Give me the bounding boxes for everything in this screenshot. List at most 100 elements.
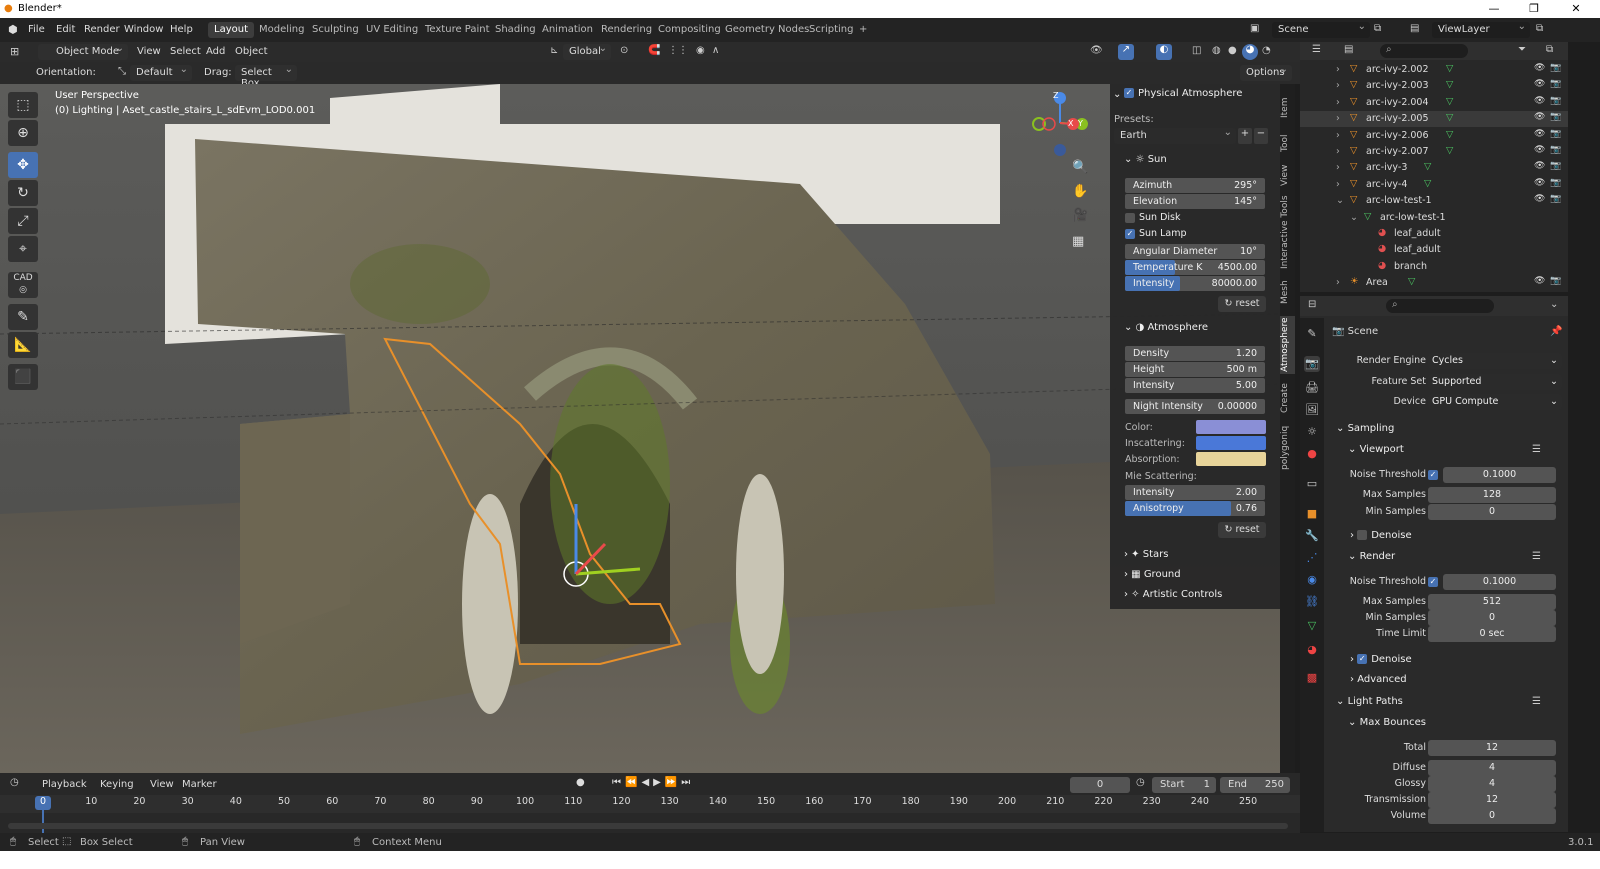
tab-rendering[interactable]: Rendering xyxy=(595,22,658,38)
tab-interactive-tools[interactable]: Interactive Tools xyxy=(1280,192,1295,272)
eye-icon[interactable]: 👁 xyxy=(1534,63,1545,73)
camera-render-icon[interactable]: 📷 xyxy=(1550,276,1561,286)
outliner-row[interactable]: ⌄▽arc-low-test-1▽👁📷 xyxy=(1300,193,1568,209)
transform-orientation-dropdown[interactable]: Global xyxy=(563,43,611,60)
tab-layout[interactable]: Layout xyxy=(208,22,254,38)
expand-chevron-icon[interactable]: › xyxy=(1336,113,1340,124)
tab-geometry-nodes[interactable]: Geometry Nodes xyxy=(719,22,815,38)
advanced-subpanel-header[interactable]: › Advanced xyxy=(1350,674,1407,685)
data-tab-icon[interactable]: ▽ xyxy=(1304,618,1320,634)
navigation-gizmo[interactable] xyxy=(1025,88,1095,158)
visibility-icon[interactable]: 👁 xyxy=(1090,45,1103,56)
texture-tab-icon[interactable]: ▩ xyxy=(1304,670,1320,686)
expand-chevron-icon[interactable]: › xyxy=(1336,97,1340,108)
tab-atmosphere[interactable]: Atmosphere xyxy=(1280,316,1295,374)
outliner-row[interactable]: › ▽ arc-ivy-2.005 ▽ 👁 📷 xyxy=(1300,111,1568,128)
tab-view[interactable]: View xyxy=(1280,160,1295,190)
panel-collapse-icon[interactable]: ⌄ xyxy=(1113,89,1121,100)
outliner-editor-icon[interactable]: ☰ xyxy=(1312,44,1321,55)
record-icon[interactable]: ● xyxy=(576,777,585,788)
scene-selector[interactable]: Scene xyxy=(1272,21,1370,38)
timeline-view-menu[interactable]: View xyxy=(150,779,174,790)
world-tab-icon[interactable]: ● xyxy=(1304,446,1320,462)
camera-render-icon[interactable]: 📷 xyxy=(1550,161,1561,171)
drag-dropdown[interactable]: Select Box xyxy=(235,64,297,89)
camera-render-icon[interactable]: 📷 xyxy=(1550,194,1561,204)
sun-intensity-field[interactable]: Intensity 80000.00 xyxy=(1125,276,1265,291)
pin-icon[interactable]: 📌 xyxy=(1550,326,1562,337)
expand-chevron-icon[interactable]: › xyxy=(1336,277,1340,288)
falloff-icon[interactable]: ∧ xyxy=(712,45,719,56)
list-icon[interactable]: ☰ xyxy=(1532,696,1541,707)
expand-chevron-icon[interactable]: ⌄ xyxy=(1336,195,1344,206)
outliner-row[interactable]: › ▽ arc-ivy-2.007 ▽ 👁 📷 xyxy=(1300,144,1568,160)
color-swatch[interactable] xyxy=(1196,420,1266,434)
render-noise-threshold-field[interactable]: 0.1000 xyxy=(1443,574,1556,590)
mesh-data-icon[interactable]: ▽ xyxy=(1424,161,1431,172)
rotate-tool-icon[interactable]: ↻ xyxy=(8,180,38,206)
tab-scripting[interactable]: Scripting xyxy=(803,22,859,38)
outliner-row[interactable]: › ▽ arc-ivy-2.006 ▽ 👁 📷 xyxy=(1300,128,1568,144)
eye-icon[interactable]: 👁 xyxy=(1534,178,1545,188)
transmission-bounces-field[interactable]: 12 xyxy=(1428,792,1556,808)
outliner-row[interactable]: › ▽ arc-ivy-2.002 ▽ 👁 📷 xyxy=(1300,62,1568,78)
cad-tool-icon[interactable]: CAD ◎ xyxy=(8,272,38,298)
expand-chevron-icon[interactable]: › xyxy=(1336,64,1340,75)
snap-icon[interactable]: 🧲 xyxy=(648,45,660,56)
menu-edit[interactable]: Edit xyxy=(56,24,75,35)
particles-tab-icon[interactable]: ⋰ xyxy=(1304,550,1320,566)
camera-render-icon[interactable]: 📷 xyxy=(1550,178,1561,188)
zoom-icon[interactable]: 🔍 xyxy=(1072,160,1088,175)
camera-view-icon[interactable]: 🎥 xyxy=(1072,208,1088,223)
sampling-panel-header[interactable]: ⌄ Sampling xyxy=(1336,423,1394,434)
display-mode-icon[interactable]: ▤ xyxy=(1344,44,1353,55)
filter-icon[interactable]: ⏷ xyxy=(1518,44,1526,55)
viewport-subpanel-header[interactable]: ⌄ Viewport xyxy=(1348,444,1404,455)
current-frame-field[interactable]: 0 xyxy=(1070,777,1130,793)
eye-icon[interactable]: 👁 xyxy=(1534,161,1545,171)
render-noise-threshold-checkbox[interactable]: ✓ xyxy=(1428,577,1438,587)
render-engine-dropdown[interactable]: Cycles ⌄ xyxy=(1428,353,1562,369)
move-tool-icon[interactable]: ✥ xyxy=(8,152,38,178)
annotate-tool-icon[interactable]: ✎ xyxy=(8,304,38,330)
orientation-dropdown[interactable]: Default xyxy=(130,64,192,81)
marker-menu[interactable]: Marker xyxy=(182,779,217,790)
elevation-field[interactable]: Elevation 145° xyxy=(1125,194,1265,209)
absorption-swatch[interactable] xyxy=(1196,452,1266,466)
night-intensity-field[interactable]: Night Intensity 0.00000 xyxy=(1125,399,1265,414)
snap-target-icon[interactable]: ⋮⋮ xyxy=(668,45,688,56)
measure-tool-icon[interactable]: 📐 xyxy=(8,332,38,358)
rendered-shading-icon[interactable]: ◔ xyxy=(1262,45,1271,56)
mesh-data-icon[interactable]: ▽ xyxy=(1446,129,1453,140)
mesh-data-icon[interactable]: ▽ xyxy=(1446,79,1453,90)
collection-tab-icon[interactable]: ▭ xyxy=(1304,476,1320,492)
mie-intensity-field[interactable]: Intensity 2.00 xyxy=(1125,485,1265,500)
outliner-row[interactable]: › ▽ arc-ivy-2.004 ▽ 👁 📷 xyxy=(1300,95,1568,111)
sun-reset-button[interactable]: ↻ reset xyxy=(1218,296,1266,312)
camera-render-icon[interactable]: 📷 xyxy=(1550,112,1561,122)
density-field[interactable]: Density 1.20 xyxy=(1125,346,1265,361)
camera-render-icon[interactable]: 📷 xyxy=(1550,129,1561,139)
expand-chevron-icon[interactable]: › xyxy=(1336,179,1340,190)
max-bounces-subpanel-header[interactable]: ⌄ Max Bounces xyxy=(1348,717,1426,728)
3d-viewport[interactable]: User Perspective (0) Lighting | Aset_cas… xyxy=(0,84,1280,773)
tab-create[interactable]: Create xyxy=(1280,380,1295,416)
height-field[interactable]: Height 500 m xyxy=(1125,362,1265,377)
modifier-tab-icon[interactable]: 🔧 xyxy=(1304,528,1320,544)
ortho-toggle-icon[interactable]: ▦ xyxy=(1072,234,1084,249)
preset-remove-icon[interactable]: − xyxy=(1254,128,1268,144)
volume-bounces-field[interactable]: 0 xyxy=(1428,808,1556,824)
overlay-toggle-icon[interactable]: ◐ xyxy=(1156,44,1172,60)
stars-subpanel-header[interactable]: › ✦ Stars xyxy=(1124,549,1168,560)
close-button[interactable]: ✕ xyxy=(1556,0,1596,18)
sun-lamp-checkbox[interactable]: ✓ Sun Lamp xyxy=(1125,228,1187,239)
menu-render[interactable]: Render xyxy=(84,24,120,35)
outliner-row[interactable]: ⌄ ▽ arc-low-test-1 xyxy=(1300,210,1568,226)
start-frame-field[interactable]: Start 1 xyxy=(1152,777,1216,793)
viewport-noise-threshold-field[interactable]: 0.1000 xyxy=(1443,467,1556,483)
blender-menu-icon[interactable]: ⬢ xyxy=(8,23,18,36)
outliner-row[interactable]: ◕ leaf_adult xyxy=(1300,242,1568,258)
temperature-field[interactable]: Temperature K 4500.00 xyxy=(1125,260,1265,275)
menu-add[interactable]: Add xyxy=(206,46,225,57)
outliner-row[interactable]: › ▽ arc-ivy-4 ▽ 👁 📷 xyxy=(1300,177,1568,193)
